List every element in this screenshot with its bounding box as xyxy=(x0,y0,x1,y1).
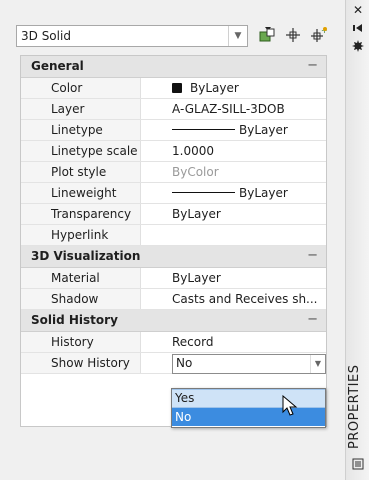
property-value[interactable]: 1.0000 xyxy=(172,141,214,161)
line-sample xyxy=(172,192,235,193)
category-general[interactable]: General − xyxy=(21,56,326,78)
lineweight-value: ByLayer xyxy=(239,186,288,200)
property-label: Lineweight xyxy=(21,183,141,203)
property-value[interactable]: ByLayer xyxy=(172,78,239,98)
property-label: Show History xyxy=(21,353,141,373)
select-objects-icon[interactable] xyxy=(283,26,303,44)
property-label: Transparency xyxy=(21,204,141,224)
show-history-value: No xyxy=(176,356,193,370)
properties-panel: 3D Solid ▼ + General − Color xyxy=(0,0,345,480)
color-value: ByLayer xyxy=(190,81,239,95)
color-swatch xyxy=(172,83,182,93)
property-label: Color xyxy=(21,78,141,98)
property-value[interactable]: ByLayer xyxy=(172,183,288,203)
property-row-color[interactable]: Color ByLayer xyxy=(21,78,326,99)
show-history-select[interactable]: No ▼ xyxy=(172,354,326,374)
property-row-linetype-scale[interactable]: Linetype scale 1.0000 xyxy=(21,141,326,162)
settings-icon[interactable] xyxy=(349,40,367,54)
property-row-lineweight[interactable]: Lineweight ByLayer xyxy=(21,183,326,204)
collapse-icon[interactable]: − xyxy=(307,312,318,327)
property-label: Linetype scale xyxy=(21,141,141,161)
property-row-hyperlink[interactable]: Hyperlink xyxy=(21,225,326,246)
property-value: ByColor xyxy=(172,165,219,179)
mouse-cursor-icon xyxy=(281,394,299,417)
properties-toggle-icon[interactable] xyxy=(349,458,367,472)
property-row-shadow-display[interactable]: Shadow display Casts and Receives sh... xyxy=(21,289,326,326)
property-row-show-history[interactable]: Show History No ▼ xyxy=(21,353,326,374)
property-value[interactable]: Casts and Receives sh... xyxy=(172,289,318,309)
property-label: Layer xyxy=(21,99,141,119)
category-title: 3D Visualization xyxy=(31,249,141,263)
property-value[interactable]: Record xyxy=(172,332,213,352)
property-value[interactable]: ByLayer xyxy=(172,268,221,288)
property-label: Shadow display xyxy=(21,289,141,326)
property-row-transparency[interactable]: Transparency ByLayer xyxy=(21,204,326,225)
dropdown-option-yes[interactable]: Yes xyxy=(172,389,325,408)
toggle-pickadd-icon[interactable]: + xyxy=(309,26,329,44)
property-value[interactable]: A-GLAZ-SILL-3DOB xyxy=(172,99,285,119)
property-label: History xyxy=(21,332,141,352)
property-label: Material xyxy=(21,268,141,288)
close-icon[interactable]: ✕ xyxy=(349,3,367,17)
property-label: Linetype xyxy=(21,120,141,140)
collapse-icon[interactable]: − xyxy=(307,248,318,263)
object-type-value: 3D Solid xyxy=(21,29,71,43)
property-value[interactable]: ByLayer xyxy=(172,120,288,140)
property-row-material[interactable]: Material ByLayer xyxy=(21,268,326,289)
chevron-down-icon[interactable]: ▼ xyxy=(228,26,247,46)
property-row-layer[interactable]: Layer A-GLAZ-SILL-3DOB xyxy=(21,99,326,120)
category-title: General xyxy=(31,59,84,73)
quick-select-icon[interactable] xyxy=(257,26,277,44)
property-row-history[interactable]: History Record xyxy=(21,332,326,353)
category-solid-history[interactable]: Solid History − xyxy=(21,310,326,332)
palette-title: PROPERTIES xyxy=(347,364,362,450)
property-value[interactable]: ByLayer xyxy=(172,204,221,224)
chevron-down-icon[interactable]: ▼ xyxy=(310,355,325,373)
object-type-select[interactable]: 3D Solid ▼ xyxy=(16,25,248,47)
property-row-linetype[interactable]: Linetype ByLayer xyxy=(21,120,326,141)
dropdown-option-no[interactable]: No xyxy=(172,408,325,426)
property-label: Plot style xyxy=(21,162,141,182)
palette-sidebar: ✕ PROPERTIES xyxy=(345,0,369,480)
properties-grid: General − Color ByLayer Layer A-GLAZ-SIL… xyxy=(20,55,327,427)
collapse-icon[interactable]: − xyxy=(307,58,318,73)
show-history-dropdown[interactable]: Yes No xyxy=(171,388,326,428)
property-label: Hyperlink xyxy=(21,225,141,245)
auto-hide-icon[interactable] xyxy=(349,22,367,36)
category-3d-visualization[interactable]: 3D Visualization − xyxy=(21,246,326,268)
linetype-value: ByLayer xyxy=(239,123,288,137)
property-row-plot-style[interactable]: Plot style ByColor xyxy=(21,162,326,183)
category-title: Solid History xyxy=(31,313,118,327)
line-sample xyxy=(172,129,235,130)
